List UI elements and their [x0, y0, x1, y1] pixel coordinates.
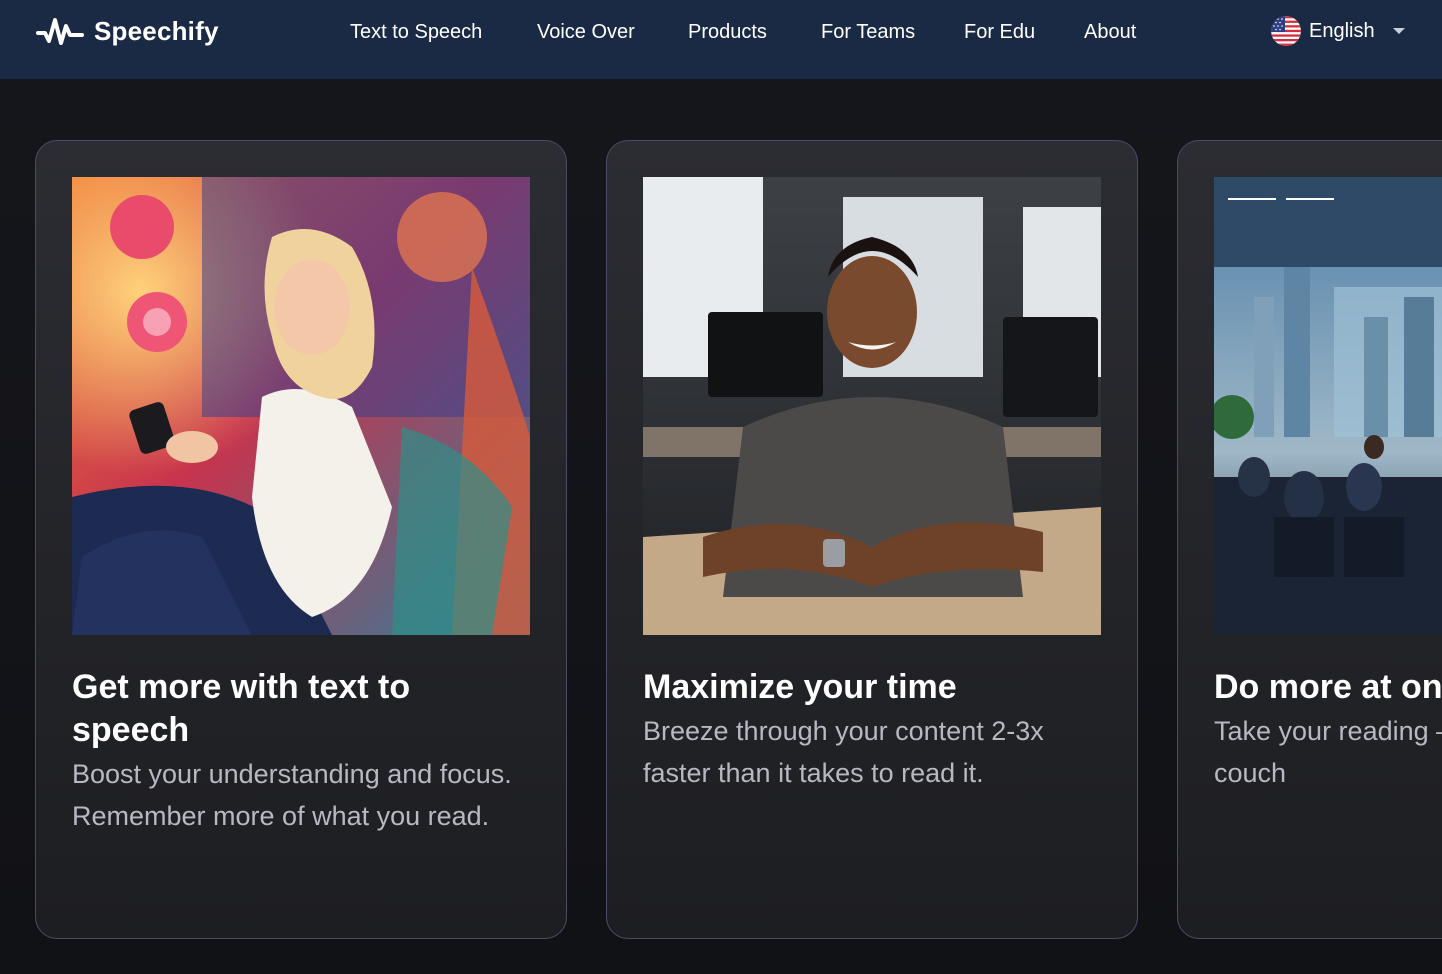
feature-card-maximize-time[interactable]: Maximize your time Breeze through your c…	[606, 140, 1138, 939]
speechify-logo[interactable]: Speechify	[36, 14, 219, 48]
nav-about[interactable]: About	[1084, 19, 1136, 45]
feature-cards-section: Get more with text to speech Boost your …	[0, 79, 1442, 974]
speechify-logo-icon	[36, 18, 84, 45]
language-label: English	[1309, 19, 1375, 42]
us-flag-icon	[1271, 16, 1301, 46]
woman-reading-phone-image	[72, 177, 530, 635]
nav-for-teams[interactable]: For Teams	[821, 19, 915, 45]
meeting-city-view-image	[1214, 177, 1442, 635]
nav-text-to-speech[interactable]: Text to Speech	[350, 19, 482, 45]
feature-card-do-more[interactable]: Do more at one Take your reading – to th…	[1177, 140, 1442, 939]
nav-for-edu[interactable]: For Edu	[964, 19, 1035, 45]
feature-card-text-to-speech[interactable]: Get more with text to speech Boost your …	[35, 140, 567, 939]
brand-name: Speechify	[94, 15, 219, 46]
nav-voice-over[interactable]: Voice Over	[537, 19, 635, 45]
top-navigation: Speechify Text to Speech Voice Over Prod…	[0, 0, 1442, 79]
card-description: Take your reading – to the gym, the couc…	[1214, 716, 1442, 788]
card-description: Boost your understanding and focus. Reme…	[72, 759, 512, 831]
card-description: Breeze through your content 2-3x faster …	[643, 716, 1044, 788]
card-title: Get more with text to speech	[72, 668, 411, 749]
nav-products[interactable]: Products	[688, 19, 767, 45]
chevron-down-icon	[1392, 28, 1405, 34]
card-title: Do more at one	[1214, 668, 1442, 706]
smiling-man-office-image	[643, 177, 1101, 635]
language-selector[interactable]: English	[1271, 15, 1405, 47]
card-title: Maximize your time	[643, 668, 957, 706]
